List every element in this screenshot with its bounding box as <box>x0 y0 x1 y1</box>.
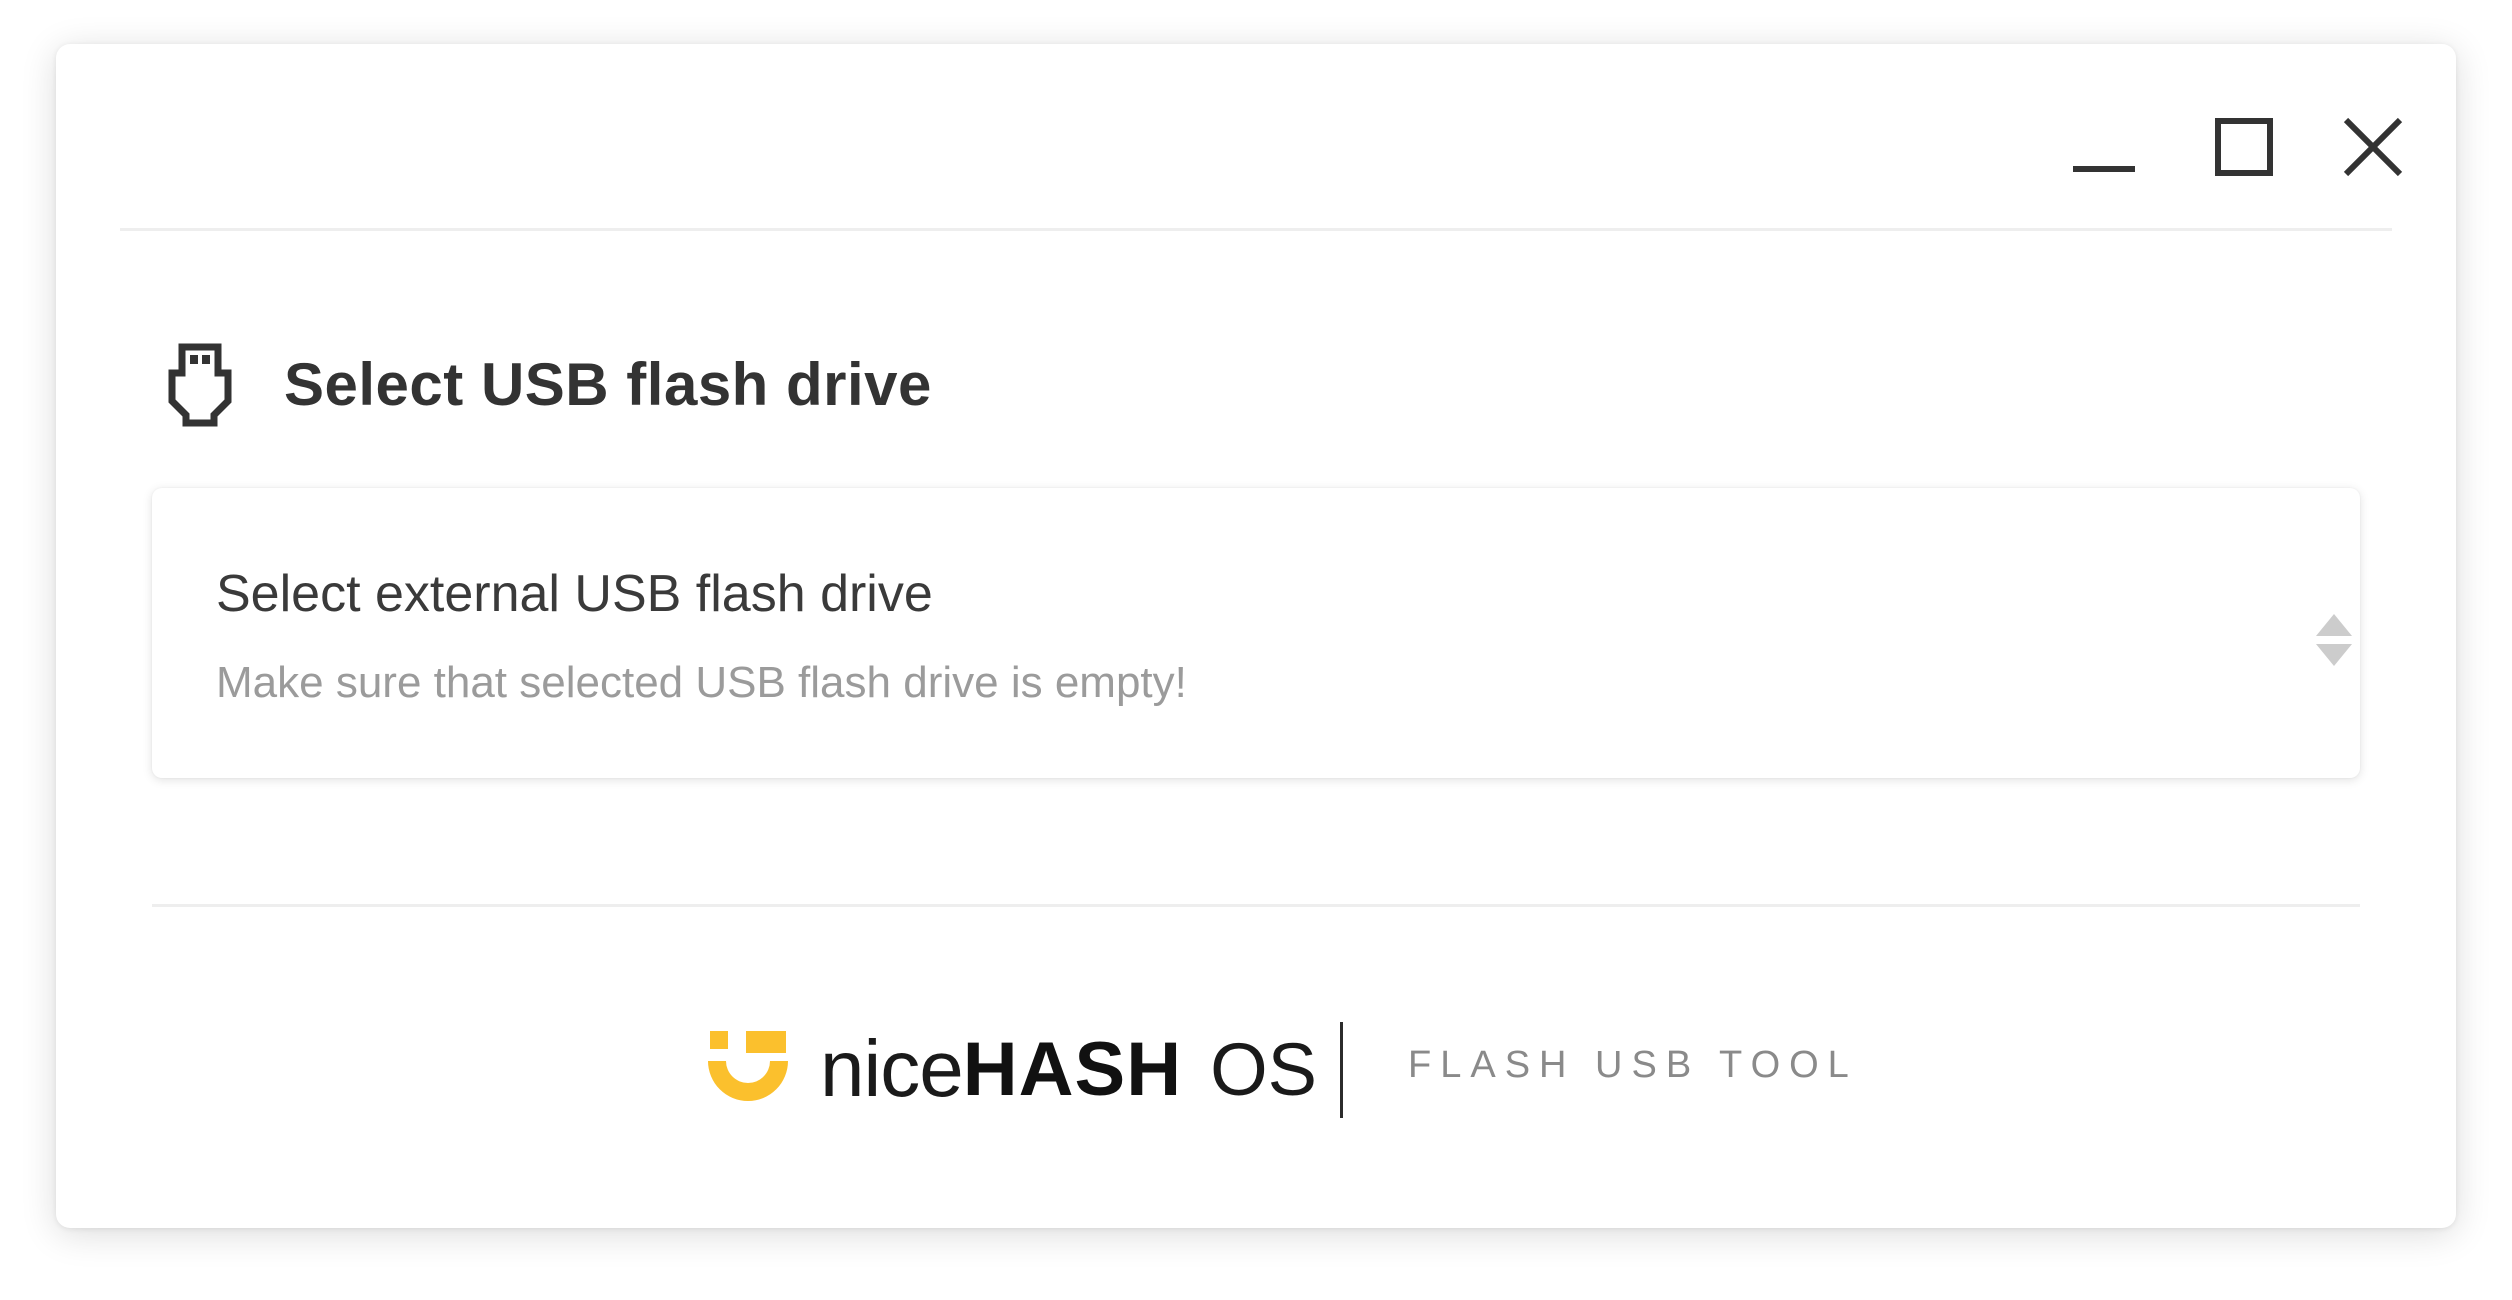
minimize-button[interactable] <box>2059 102 2149 192</box>
title-divider <box>120 228 2392 231</box>
close-button[interactable] <box>2328 102 2418 192</box>
section-header: Select USB flash drive <box>164 334 932 434</box>
minimize-icon <box>2073 166 2135 172</box>
close-icon <box>2343 117 2403 177</box>
logo-text-hash: HASH <box>962 1026 1183 1112</box>
usb-drive-select[interactable]: Select external USB flash drive Make sur… <box>152 488 2360 778</box>
maximize-button[interactable] <box>2199 102 2289 192</box>
title-bar[interactable] <box>56 44 2456 230</box>
select-label: Select external USB flash drive <box>216 565 933 623</box>
logo-text-nice: nice <box>820 1024 964 1113</box>
select-arrows-icon <box>2316 614 2352 666</box>
section-title: Select USB flash drive <box>284 350 932 418</box>
select-hint: Make sure that selected USB flash drive … <box>216 658 1187 707</box>
maximize-icon <box>2215 118 2273 176</box>
footer-divider <box>152 904 2360 907</box>
nicehash-logo: nice HASH OS <box>706 1024 1317 1114</box>
logo-text-os: OS <box>1210 1027 1318 1111</box>
footer-separator <box>1340 1022 1343 1118</box>
tool-label: FLASH USB TOOL <box>1408 1044 1858 1086</box>
footer: nice HASH OS FLASH USB TOOL <box>56 1004 2456 1124</box>
nicehash-mark-icon <box>708 1031 788 1101</box>
app-window: Select USB flash drive Select external U… <box>56 44 2456 1228</box>
usb-icon <box>168 343 232 427</box>
